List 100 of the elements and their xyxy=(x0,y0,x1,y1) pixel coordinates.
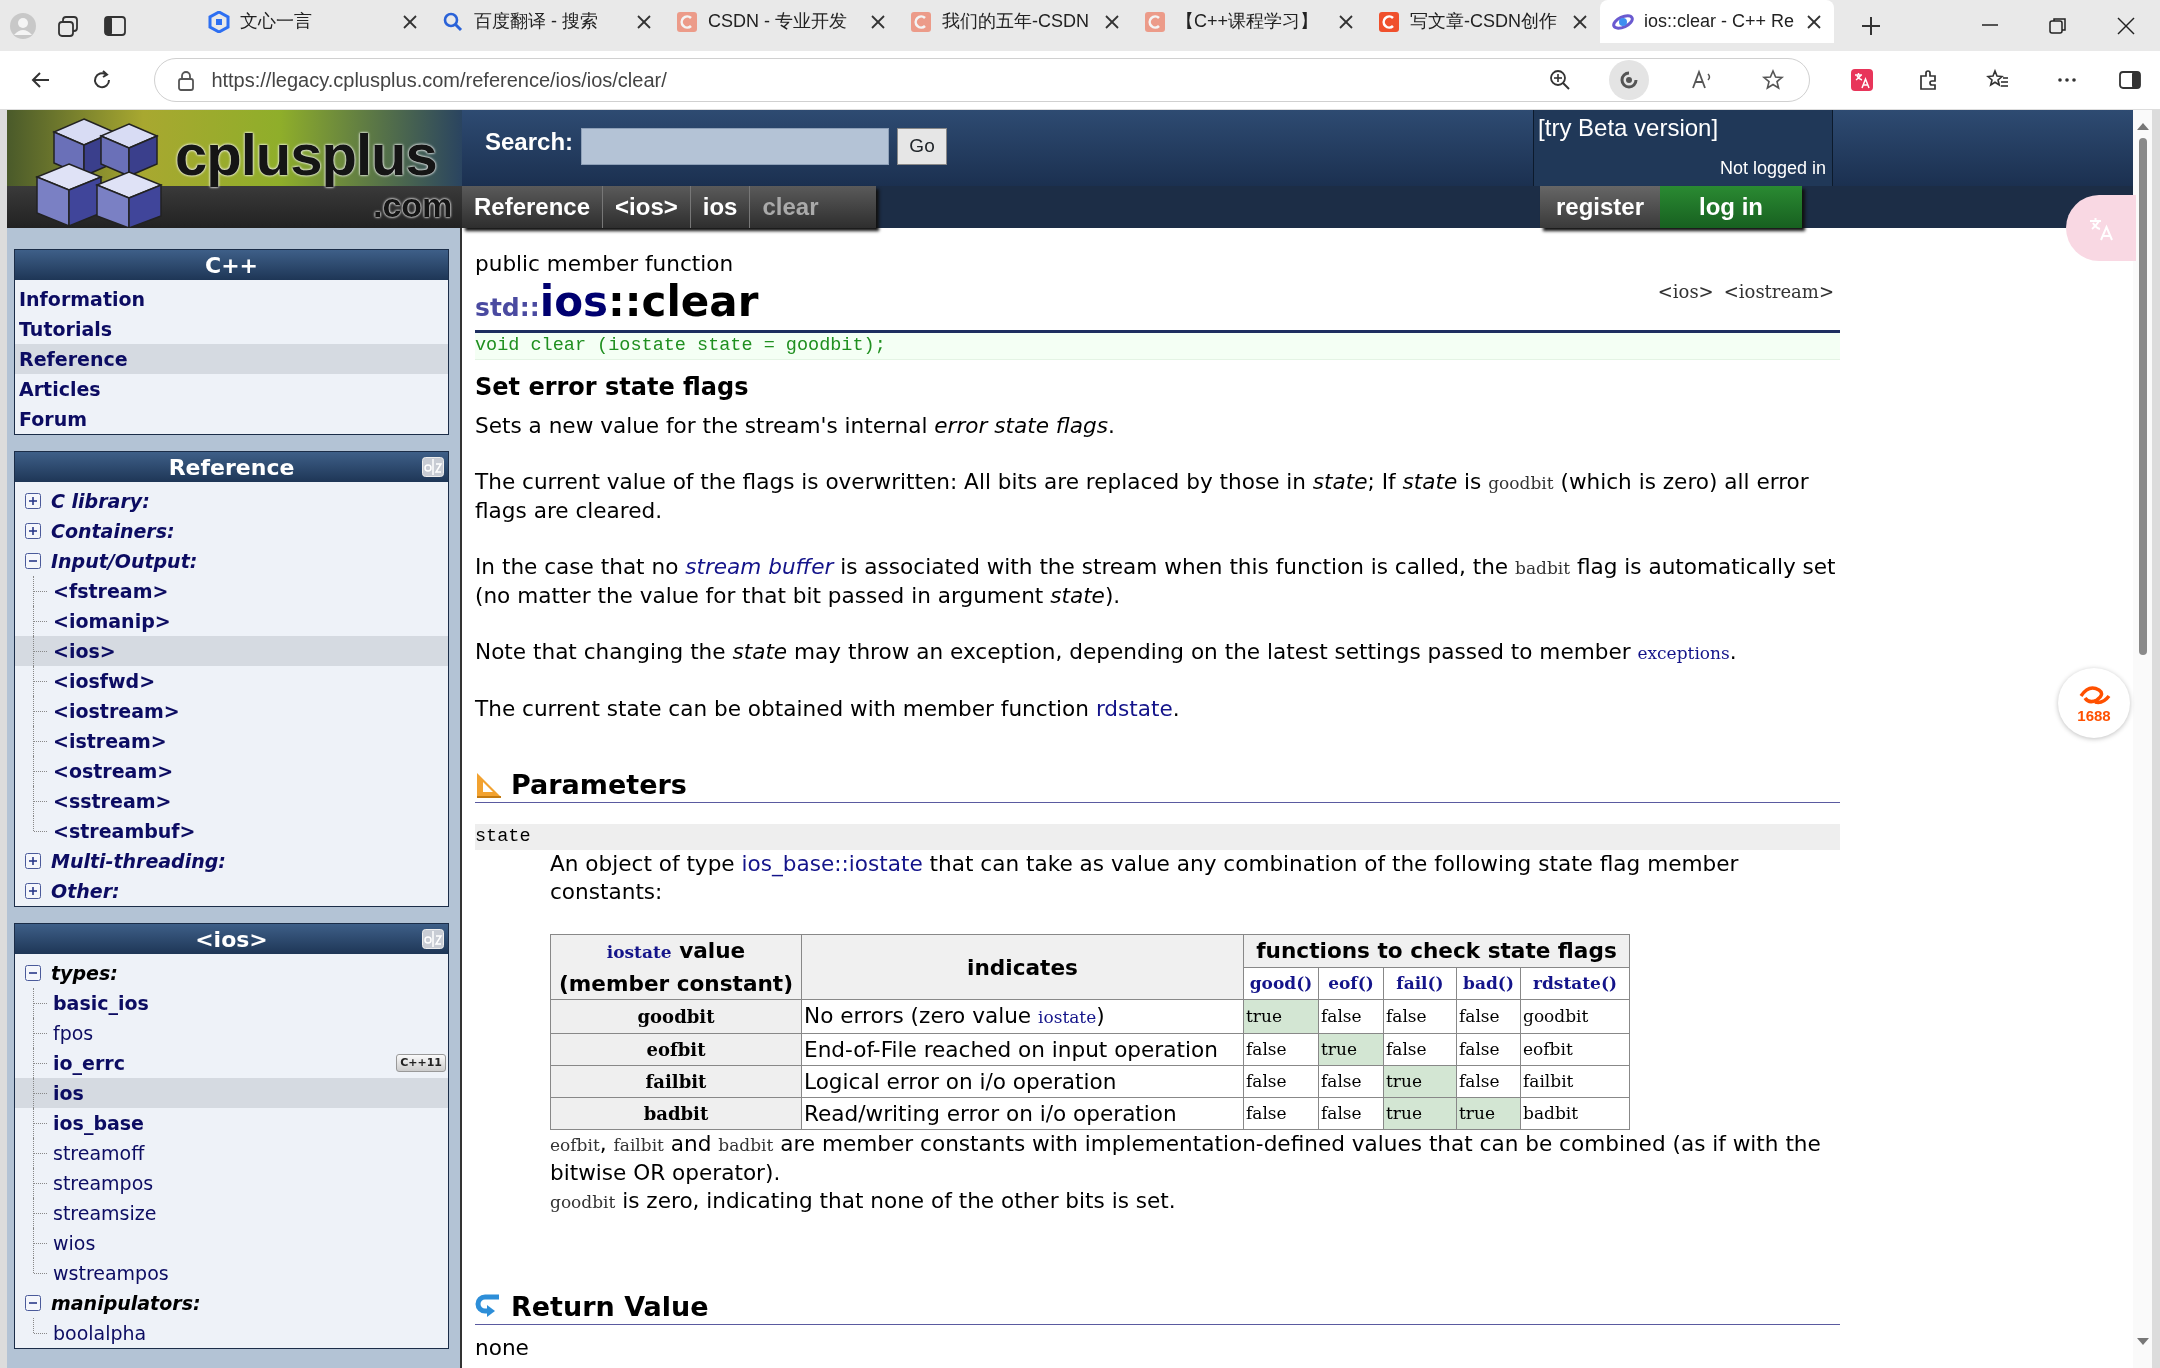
search-field[interactable] xyxy=(581,128,890,165)
sidebar-link[interactable]: <fstream> xyxy=(15,576,448,606)
link[interactable]: ios_base::iostate xyxy=(741,851,923,876)
sidebar-link[interactable]: Forum xyxy=(15,404,448,434)
prototype: void clear (iostate state = goodbit); xyxy=(475,333,1840,360)
tree-category[interactable]: manipulators: xyxy=(15,1288,448,1318)
sidebar-link[interactable]: ios_base xyxy=(15,1108,448,1138)
zoom-icon[interactable] xyxy=(1548,68,1572,92)
browser-tab[interactable]: 【C++课程学习】 xyxy=(1132,0,1366,43)
paragraph: Sets a new value for the stream's internal error state flags. xyxy=(475,412,1116,440)
sidebar-link[interactable]: <istream> xyxy=(15,726,448,756)
expand-icon[interactable] xyxy=(25,883,41,899)
sidebar-link[interactable]: ios xyxy=(15,1078,448,1108)
close-icon[interactable] xyxy=(1338,13,1354,30)
table-cell: false xyxy=(1243,1033,1319,1066)
tree-category[interactable]: types: xyxy=(15,958,448,988)
scrollbar-thumb[interactable] xyxy=(2139,138,2147,655)
collapse-icon[interactable] xyxy=(25,965,41,981)
sidebar-link[interactable]: wios xyxy=(15,1228,448,1258)
sidebar-link[interactable]: wstreampos xyxy=(15,1258,448,1288)
translate-button[interactable] xyxy=(2066,195,2136,261)
sidebar-link[interactable]: <streambuf> xyxy=(15,816,448,846)
link[interactable]: iostate xyxy=(1038,1007,1097,1027)
table-cell: false xyxy=(1243,1065,1319,1098)
close-icon[interactable] xyxy=(1104,13,1120,30)
close-icon[interactable] xyxy=(402,13,418,30)
browser-tab[interactable]: ios::clear - C++ Re xyxy=(1600,0,1834,43)
browser-tab[interactable]: 写文章-CSDN创作 xyxy=(1366,0,1600,43)
sort-icon[interactable] xyxy=(422,929,444,949)
sidebar-link[interactable]: Tutorials xyxy=(15,314,448,344)
link[interactable]: stream buffer xyxy=(685,554,834,579)
table-cell: true xyxy=(1456,1097,1521,1130)
expand-icon[interactable] xyxy=(25,493,41,509)
breadcrumb-link[interactable]: ios xyxy=(690,186,751,228)
sidebar-icon[interactable] xyxy=(2118,68,2142,92)
new-tab-icon[interactable] xyxy=(1860,14,1882,37)
panel-title: Reference xyxy=(168,453,295,482)
breadcrumb-link[interactable]: Reference xyxy=(462,186,604,228)
login-button[interactable]: log in xyxy=(1660,186,1802,228)
restore-icon[interactable] xyxy=(2048,15,2068,36)
sort-icon[interactable] xyxy=(422,457,444,477)
table-cell: true xyxy=(1383,1065,1457,1098)
link[interactable]: rdstate xyxy=(1095,696,1173,721)
sidebar-link[interactable]: io_errc C++11 xyxy=(15,1048,448,1078)
search-label: Search: xyxy=(485,127,574,157)
expand-icon[interactable] xyxy=(25,523,41,539)
sidebar-link[interactable]: <iostream> xyxy=(15,696,448,726)
sidebar-link[interactable]: <ios> xyxy=(15,636,448,666)
sidebar-link[interactable]: <iomanip> xyxy=(15,606,448,636)
table-cell: true xyxy=(1383,1097,1457,1130)
browser-tab[interactable]: 百度翻译 - 搜索 xyxy=(430,0,664,43)
browser-tab[interactable]: CSDN - 专业开发 xyxy=(664,0,898,43)
sidebar-link[interactable]: streampos xyxy=(15,1168,448,1198)
sidebar-link[interactable]: streamoff xyxy=(15,1138,448,1168)
close-icon[interactable] xyxy=(1806,13,1822,30)
tree-category[interactable]: C library: xyxy=(15,486,448,516)
paragraph: In the case that no stream buffer is associated with the stream when this function is called, the badbit flag is automatically set (no matter the value for that bit passed in argument state). xyxy=(475,553,1837,610)
close-icon[interactable] xyxy=(2116,15,2136,36)
sidebar-link[interactable]: Reference xyxy=(15,344,448,374)
tree-category[interactable]: Containers: xyxy=(15,516,448,546)
header-link[interactable]: <iostream> xyxy=(1723,278,1834,306)
sidebar-link[interactable]: fpos xyxy=(15,1018,448,1048)
paragraph: Note that changing the state may throw an exception, depending on the latest settings passed to member exceptions. xyxy=(475,638,1738,666)
browser-tab[interactable]: 我们的五年-CSDN xyxy=(898,0,1132,43)
tree-category[interactable]: Other: xyxy=(15,876,448,906)
sidebar-link[interactable]: <sstream> xyxy=(15,786,448,816)
close-icon[interactable] xyxy=(870,13,886,30)
breadcrumb-link[interactable]: <ios> xyxy=(603,186,691,228)
browser-tab[interactable]: 文心一言 xyxy=(196,0,430,43)
link[interactable]: exceptions xyxy=(1637,643,1730,663)
workspaces-icon[interactable] xyxy=(57,13,81,38)
link[interactable]: iostate xyxy=(606,942,672,962)
sidebar-link[interactable]: Articles xyxy=(15,374,448,404)
register-button[interactable]: register xyxy=(1540,186,1660,228)
go-button[interactable]: Go xyxy=(897,128,948,165)
sidebar-link[interactable]: boolalpha xyxy=(15,1318,448,1348)
tree-category[interactable]: Input/Output: xyxy=(15,546,448,576)
sidebar-link[interactable]: <iosfwd> xyxy=(15,666,448,696)
tab-actions-icon[interactable] xyxy=(103,13,127,38)
sidebar-link[interactable]: basic_ios xyxy=(15,988,448,1018)
sidebar-link[interactable]: streamsize xyxy=(15,1198,448,1228)
header-link[interactable]: <ios> xyxy=(1657,278,1714,306)
table-cell: false xyxy=(1383,1033,1457,1066)
close-icon[interactable] xyxy=(1572,13,1588,30)
breadcrumb-link[interactable]: clear xyxy=(750,186,831,228)
tree-category[interactable]: Multi-threading: xyxy=(15,846,448,876)
column-header: functions to check state flags xyxy=(1243,934,1630,967)
sidebar-link[interactable]: Information xyxy=(15,284,448,314)
paragraph: The current value of the flags is overwritten: All bits are replaced by those in state; If state is goodbit (which is zero) all error flags are cleared. xyxy=(475,468,1810,525)
collapse-icon[interactable] xyxy=(25,1295,41,1311)
close-icon[interactable] xyxy=(636,13,652,30)
logo-banner[interactable]: cplusplus .com xyxy=(7,110,462,228)
collapse-icon[interactable] xyxy=(25,553,41,569)
star-icon[interactable] xyxy=(1761,68,1785,92)
expand-icon[interactable] xyxy=(25,853,41,869)
panel-title: <ios> xyxy=(195,925,268,954)
beta-link[interactable]: [try Beta version] xyxy=(1538,110,1719,146)
sidebar-link[interactable]: <ostream> xyxy=(15,756,448,786)
note-text: goodbit is zero, indicating that none of the other bits is set. xyxy=(550,1187,1177,1215)
translate-icon[interactable] xyxy=(1850,68,1874,92)
